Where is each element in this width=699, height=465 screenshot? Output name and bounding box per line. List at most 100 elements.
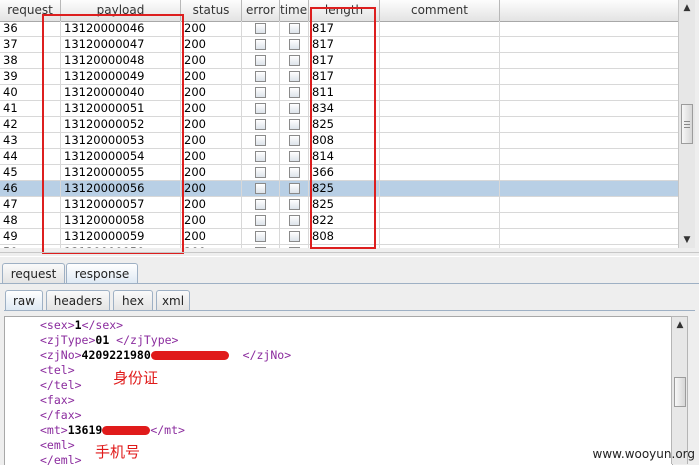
cell-length: 814 xyxy=(309,149,380,164)
timeout-checkbox[interactable] xyxy=(288,55,300,66)
error-checkbox[interactable] xyxy=(255,23,266,34)
timeout-checkbox[interactable] xyxy=(288,103,300,114)
tab-response[interactable]: response xyxy=(66,263,138,284)
cell-error xyxy=(242,53,280,68)
error-checkbox[interactable] xyxy=(255,103,266,114)
table-row[interactable]: 47 13120000057 200 825 xyxy=(0,197,678,213)
table-scrollbar[interactable]: ▲ ▼ xyxy=(678,0,695,248)
error-checkbox[interactable] xyxy=(255,215,266,226)
cell-empty xyxy=(500,245,678,248)
error-checkbox[interactable] xyxy=(255,151,266,162)
cell-error xyxy=(242,149,280,164)
error-checkbox[interactable] xyxy=(255,39,266,50)
timeout-checkbox[interactable] xyxy=(288,199,300,210)
table-row[interactable]: 49 13120000059 200 808 xyxy=(0,229,678,245)
column-header-payload[interactable]: payload xyxy=(61,0,181,21)
table-row[interactable]: 38 13120000048 200 817 xyxy=(0,53,678,69)
error-checkbox[interactable] xyxy=(255,135,266,146)
table-row[interactable]: 41 13120000051 200 834 xyxy=(0,101,678,117)
cell-timeout xyxy=(280,213,309,228)
cell-length: 808 xyxy=(309,229,380,244)
timeout-checkbox[interactable] xyxy=(288,215,300,226)
timeout-checkbox[interactable] xyxy=(288,151,300,162)
table-row[interactable]: 43 13120000053 200 808 xyxy=(0,133,678,149)
timeout-checkbox[interactable] xyxy=(288,247,300,248)
cell-timeout xyxy=(280,21,309,36)
cell-length: 817 xyxy=(309,53,380,68)
timeout-checkbox[interactable] xyxy=(288,231,300,242)
timeout-checkbox[interactable] xyxy=(288,87,300,98)
table-header: request payload status error time... len… xyxy=(0,0,678,22)
error-checkbox[interactable] xyxy=(255,231,266,242)
table-row[interactable]: 5013120000050200 xyxy=(0,245,678,248)
xml-line-fax-open: <fax> xyxy=(40,393,75,407)
cell-timeout xyxy=(280,197,309,212)
table-row[interactable]: 44 13120000054 200 814 xyxy=(0,149,678,165)
cell-comment xyxy=(380,37,500,52)
cell-comment xyxy=(380,21,500,36)
cell-status: 200 xyxy=(181,53,242,68)
response-raw-view[interactable]: <sex>1</sex> <zjType>01 </zjType> <zjNo>… xyxy=(4,316,673,465)
error-checkbox[interactable] xyxy=(255,87,266,98)
error-checkbox[interactable] xyxy=(255,55,266,66)
cell-comment xyxy=(380,117,500,132)
cell-timeout xyxy=(280,181,309,196)
cell-empty xyxy=(500,181,678,196)
redaction-mark xyxy=(150,351,229,360)
timeout-checkbox[interactable] xyxy=(288,119,300,130)
timeout-checkbox[interactable] xyxy=(288,71,300,82)
cell-status: 200 xyxy=(181,69,242,84)
cell-payload: 13120000056 xyxy=(61,181,181,196)
table-row[interactable]: 37 13120000047 200 817 xyxy=(0,37,678,53)
cell-length: 817 xyxy=(309,37,380,52)
column-header-comment[interactable]: comment xyxy=(380,0,500,21)
tab-raw[interactable]: raw xyxy=(5,290,43,311)
error-checkbox[interactable] xyxy=(255,247,266,248)
column-header-timeout[interactable]: time... xyxy=(280,0,309,21)
cell-comment xyxy=(380,245,500,248)
timeout-checkbox[interactable] xyxy=(288,39,300,50)
timeout-checkbox[interactable] xyxy=(288,23,300,34)
column-header-request[interactable]: request xyxy=(0,0,61,21)
table-row[interactable]: 45 13120000055 200 366 xyxy=(0,165,678,181)
cell-request: 47 xyxy=(0,197,61,212)
cell-payload: 13120000052 xyxy=(61,117,181,132)
cell-error xyxy=(242,165,280,180)
scroll-up-icon[interactable]: ▲ xyxy=(681,2,693,14)
timeout-checkbox[interactable] xyxy=(288,183,300,194)
tab-xml[interactable]: xml xyxy=(156,290,190,311)
table-row[interactable]: 36 13120000046 200 817 xyxy=(0,21,678,37)
tab-request[interactable]: request xyxy=(2,263,65,284)
table-row[interactable]: 48 13120000058 200 822 xyxy=(0,213,678,229)
scroll-down-icon[interactable]: ▼ xyxy=(681,234,693,246)
response-scrollbar[interactable]: ▲ xyxy=(671,316,688,464)
timeout-checkbox[interactable] xyxy=(288,167,300,178)
scrollbar-thumb[interactable] xyxy=(681,104,693,144)
error-checkbox[interactable] xyxy=(255,119,266,130)
table-row[interactable]: 39 13120000049 200 817 xyxy=(0,69,678,85)
error-checkbox[interactable] xyxy=(255,183,266,194)
scrollbar-thumb[interactable] xyxy=(674,377,686,407)
split-divider[interactable] xyxy=(0,252,699,257)
cell-request: 39 xyxy=(0,69,61,84)
tab-headers[interactable]: headers xyxy=(46,290,110,311)
cell-payload: 13120000054 xyxy=(61,149,181,164)
error-checkbox[interactable] xyxy=(255,199,266,210)
scroll-up-icon[interactable]: ▲ xyxy=(674,319,686,331)
error-checkbox[interactable] xyxy=(255,167,266,178)
table-row[interactable]: 46 13120000056 200 825 xyxy=(0,181,678,197)
column-header-length[interactable]: length xyxy=(309,0,380,21)
cell-comment xyxy=(380,149,500,164)
tab-hex[interactable]: hex xyxy=(113,290,153,311)
redaction-mark xyxy=(102,426,151,435)
xml-line-tel-close: </tel> xyxy=(40,378,82,392)
column-header-error[interactable]: error xyxy=(242,0,280,21)
timeout-checkbox[interactable] xyxy=(288,135,300,146)
table-row[interactable]: 42 13120000052 200 825 xyxy=(0,117,678,133)
table-row[interactable]: 40 13120000040 200 811 xyxy=(0,85,678,101)
column-header-status[interactable]: status xyxy=(181,0,242,21)
cell-length: 817 xyxy=(309,21,380,36)
cell-empty xyxy=(500,197,678,212)
cell-empty xyxy=(500,21,678,36)
error-checkbox[interactable] xyxy=(255,71,266,82)
